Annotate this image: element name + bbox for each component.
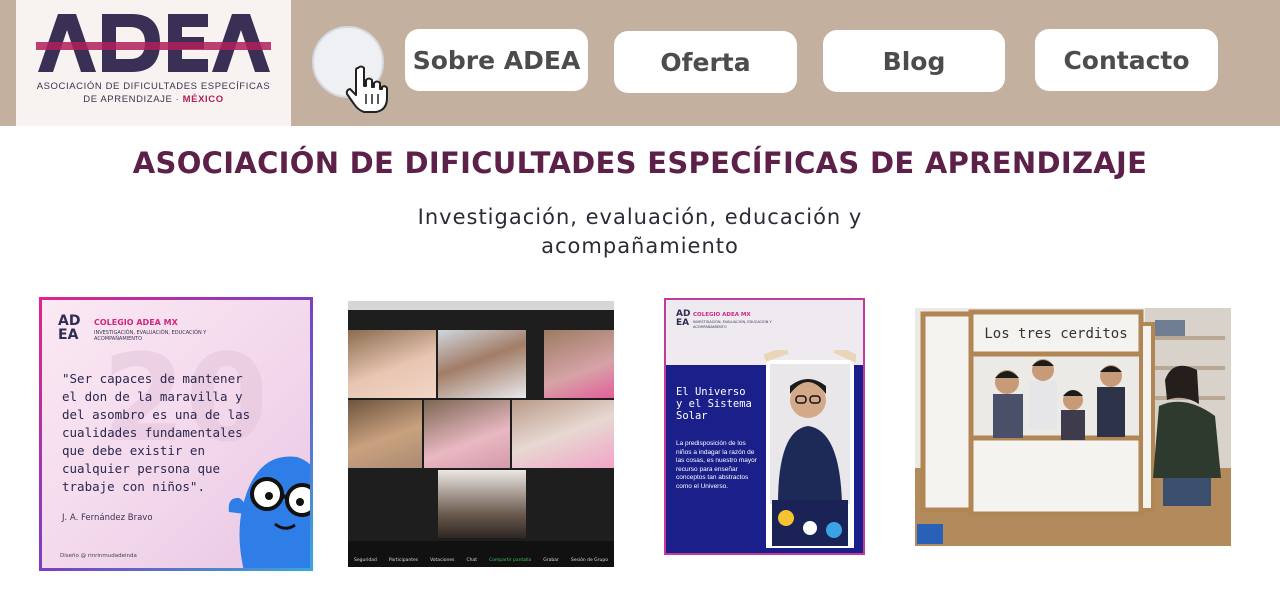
video-tile bbox=[348, 400, 422, 468]
classroom-photo-graphic bbox=[915, 308, 1231, 546]
toolbar-label: Sesión de Grupo bbox=[570, 558, 608, 563]
adea-wordmark bbox=[36, 14, 271, 72]
video-tile bbox=[438, 470, 526, 538]
puppet-theater-sign: Los tres cerditos bbox=[984, 326, 1128, 342]
card-logo: AD EA bbox=[676, 309, 691, 328]
site-logo[interactable]: ASOCIACIÓN DE DIFICULTADES ESPECÍFICAS D… bbox=[16, 0, 291, 126]
card-logo: AD EA bbox=[58, 313, 81, 343]
video-call-image[interactable]: Seguridad Participantes Votaciones Chat … bbox=[348, 301, 614, 567]
logo-subtitle-line2: DE APRENDIZAJE · bbox=[83, 94, 180, 105]
design-credit: Diseño @ rinrinmudadeinda bbox=[60, 553, 137, 559]
video-call-toolbar: Seguridad Participantes Votaciones Chat … bbox=[348, 541, 614, 567]
pointer-hand-icon bbox=[345, 65, 388, 113]
nav-blog[interactable]: Blog bbox=[823, 30, 1005, 92]
quote-card[interactable]: AD EA COLEGIO ADEA MX INVESTIGACIÓN, EVA… bbox=[39, 297, 313, 571]
video-tile bbox=[348, 330, 436, 398]
toolbar-label: Seguridad bbox=[353, 558, 377, 563]
toolbar-label: Grabar bbox=[543, 558, 559, 563]
blue-character-illustration bbox=[228, 456, 310, 568]
nav-sobre-adea[interactable]: Sobre ADEA bbox=[405, 29, 588, 91]
toolbar-label: Participantes bbox=[388, 558, 419, 563]
page-title: ASOCIACIÓN DE DIFICULTADES ESPECÍFICAS D… bbox=[132, 146, 1148, 180]
nav-contacto[interactable]: Contacto bbox=[1035, 29, 1218, 91]
video-tile bbox=[424, 400, 510, 468]
quote-author: J. A. Fernández Bravo bbox=[62, 513, 153, 523]
card-brand: COLEGIO ADEA MX bbox=[693, 312, 751, 318]
video-tile bbox=[438, 330, 526, 398]
card-title: El Universo y el Sistema Solar bbox=[676, 386, 752, 422]
logo-subtitle: ASOCIACIÓN DE DIFICULTADES ESPECÍFICAS bbox=[36, 81, 271, 92]
subtitle-line-1: Investigación, evaluación, educación y bbox=[417, 205, 863, 229]
card-text: La predisposición de los niños a indagar… bbox=[676, 440, 757, 490]
page-subtitle: Investigación, evaluación, educación y a… bbox=[340, 203, 940, 261]
card-brand-subtitle: INVESTIGACIÓN, EVALUACIÓN, EDUCACIÓN Y A… bbox=[693, 320, 772, 329]
site-header: ASOCIACIÓN DE DIFICULTADES ESPECÍFICAS D… bbox=[0, 0, 1280, 126]
video-tile bbox=[512, 400, 614, 468]
card-brand: COLEGIO ADEA MX bbox=[94, 318, 178, 327]
logo-subtitle-2: DE APRENDIZAJE · MÉXICO bbox=[16, 94, 291, 105]
toolbar-label: Chat bbox=[466, 558, 478, 563]
subtitle-line-2: acompañamiento bbox=[541, 234, 739, 258]
toolbar-label: Compartir pantalla bbox=[489, 558, 532, 563]
child-photo bbox=[764, 350, 856, 548]
logo-country: MÉXICO bbox=[182, 94, 224, 105]
universe-card[interactable]: AD EA COLEGIO ADEA MX INVESTIGACIÓN, EVA… bbox=[664, 298, 865, 555]
video-tile bbox=[544, 330, 614, 398]
nav-oferta[interactable]: Oferta bbox=[614, 31, 797, 93]
puppet-theater-photo[interactable]: Los tres cerditos bbox=[915, 308, 1231, 546]
toolbar-label: Votaciones bbox=[430, 558, 455, 563]
